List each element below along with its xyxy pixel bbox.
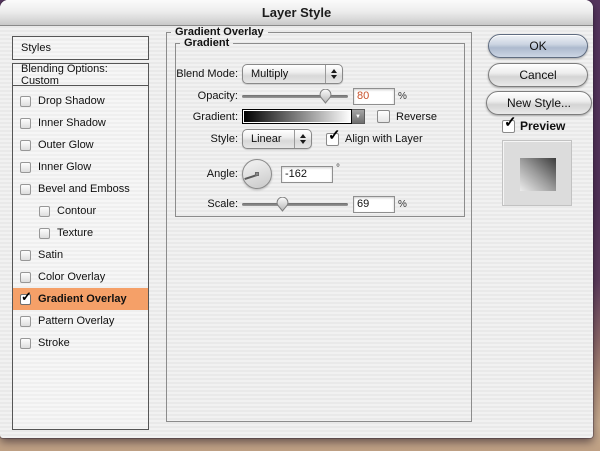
item-label: Gradient Overlay bbox=[38, 293, 127, 305]
gradient-preview-swatch bbox=[520, 158, 556, 191]
angle-dial-center bbox=[255, 172, 259, 176]
stepper-arrows-icon bbox=[325, 65, 342, 83]
inner-glow-checkbox[interactable] bbox=[20, 162, 31, 173]
sidebar-item-color-overlay[interactable]: Color Overlay bbox=[13, 266, 148, 288]
angle-row: Angle: ° bbox=[172, 157, 340, 191]
styles-header[interactable]: Styles bbox=[12, 36, 149, 60]
sidebar-item-inner-shadow[interactable]: Inner Shadow bbox=[13, 112, 148, 134]
ok-button[interactable]: OK bbox=[488, 34, 588, 58]
item-label: Stroke bbox=[38, 337, 70, 349]
angle-unit: ° bbox=[336, 163, 340, 174]
angle-dial[interactable] bbox=[242, 159, 272, 189]
blend-mode-popup[interactable]: Multiply bbox=[242, 64, 343, 84]
scale-slider[interactable] bbox=[242, 197, 348, 212]
cancel-button[interactable]: Cancel bbox=[488, 63, 588, 87]
preview-label: Preview bbox=[520, 119, 565, 133]
gradient-label: Gradient: bbox=[172, 111, 238, 123]
opacity-input[interactable] bbox=[353, 88, 395, 105]
item-label: Texture bbox=[57, 227, 93, 239]
scale-row: Scale: % bbox=[172, 196, 407, 212]
dropdown-arrow-icon: ▼ bbox=[355, 114, 361, 120]
reverse-checkbox[interactable] bbox=[377, 110, 390, 123]
opacity-row: Opacity: % bbox=[172, 88, 407, 104]
style-value: Linear bbox=[243, 133, 294, 145]
gradient-swatch[interactable] bbox=[242, 109, 352, 124]
sidebar-item-drop-shadow[interactable]: Drop Shadow bbox=[13, 90, 148, 112]
checkmark-icon: ✓ bbox=[21, 290, 32, 303]
item-label: Bevel and Emboss bbox=[38, 183, 130, 195]
window-title: Layer Style bbox=[262, 5, 331, 20]
sidebar-item-gradient-overlay[interactable]: ✓ Gradient Overlay bbox=[13, 288, 148, 310]
item-label: Color Overlay bbox=[38, 271, 105, 283]
texture-checkbox[interactable] bbox=[39, 228, 50, 239]
scale-slider-thumb[interactable] bbox=[276, 197, 289, 212]
align-with-layer-checkbox[interactable]: ✓ bbox=[326, 133, 339, 146]
satin-checkbox[interactable] bbox=[20, 250, 31, 261]
reverse-label: Reverse bbox=[396, 111, 437, 123]
item-label: Inner Glow bbox=[38, 161, 91, 173]
preview-checkbox[interactable]: ✓ bbox=[502, 120, 515, 133]
stroke-checkbox[interactable] bbox=[20, 338, 31, 349]
blend-mode-label: Blend Mode: bbox=[172, 68, 238, 80]
style-row: Style: Linear ✓ Align with Layer bbox=[172, 129, 423, 149]
scale-slider-track[interactable] bbox=[242, 203, 348, 206]
sidebar-item-outer-glow[interactable]: Outer Glow bbox=[13, 134, 148, 156]
sidebar-item-stroke[interactable]: Stroke bbox=[13, 332, 148, 354]
sidebar-item-contour[interactable]: Contour bbox=[13, 200, 148, 222]
opacity-slider-track[interactable] bbox=[242, 95, 348, 98]
scale-input[interactable] bbox=[353, 196, 395, 213]
scale-label: Scale: bbox=[172, 198, 238, 210]
styles-header-label: Styles bbox=[21, 42, 51, 54]
blend-mode-value: Multiply bbox=[243, 68, 325, 80]
effects-list: Blending Options: Custom Drop Shadow Inn… bbox=[12, 63, 149, 430]
item-label: Satin bbox=[38, 249, 63, 261]
inner-shadow-checkbox[interactable] bbox=[20, 118, 31, 129]
item-label: Inner Shadow bbox=[38, 117, 106, 129]
sidebar-item-blending-options[interactable]: Blending Options: Custom bbox=[13, 64, 148, 86]
outer-glow-checkbox[interactable] bbox=[20, 140, 31, 151]
angle-input[interactable] bbox=[281, 166, 333, 183]
bevel-emboss-checkbox[interactable] bbox=[20, 184, 31, 195]
sidebar-item-inner-glow[interactable]: Inner Glow bbox=[13, 156, 148, 178]
color-overlay-checkbox[interactable] bbox=[20, 272, 31, 283]
gradient-group-title: Gradient bbox=[180, 37, 233, 49]
item-label: Pattern Overlay bbox=[38, 315, 114, 327]
opacity-unit: % bbox=[398, 91, 407, 102]
opacity-slider-thumb[interactable] bbox=[319, 89, 332, 104]
preview-option: ✓ Preview bbox=[502, 119, 565, 133]
sidebar-item-pattern-overlay[interactable]: Pattern Overlay bbox=[13, 310, 148, 332]
scale-unit: % bbox=[398, 199, 407, 210]
gradient-row: Gradient: ▼ Reverse bbox=[172, 109, 437, 124]
drop-shadow-checkbox[interactable] bbox=[20, 96, 31, 107]
item-label: Contour bbox=[57, 205, 96, 217]
opacity-slider[interactable] bbox=[242, 89, 348, 104]
title-bar: Layer Style bbox=[0, 0, 593, 26]
checkmark-icon: ✓ bbox=[504, 115, 517, 130]
angle-label: Angle: bbox=[172, 168, 238, 180]
sidebar-item-satin[interactable]: Satin bbox=[13, 244, 148, 266]
item-label: Drop Shadow bbox=[38, 95, 105, 107]
contour-checkbox[interactable] bbox=[39, 206, 50, 217]
sidebar-item-bevel-and-emboss[interactable]: Bevel and Emboss bbox=[13, 178, 148, 200]
blend-mode-row: Blend Mode: Multiply bbox=[172, 64, 343, 84]
new-style-button[interactable]: New Style... bbox=[486, 91, 592, 115]
pattern-overlay-checkbox[interactable] bbox=[20, 316, 31, 327]
blending-options-label: Blending Options: Custom bbox=[21, 63, 148, 87]
checkmark-icon: ✓ bbox=[328, 128, 341, 143]
sidebar-item-texture[interactable]: Texture bbox=[13, 222, 148, 244]
align-with-layer-label: Align with Layer bbox=[345, 133, 423, 145]
style-preview-thumbnail bbox=[502, 140, 572, 206]
style-label: Style: bbox=[172, 133, 238, 145]
gradient-overlay-checkbox[interactable]: ✓ bbox=[20, 294, 31, 305]
gradient-picker-button[interactable]: ▼ bbox=[352, 109, 365, 124]
item-label: Outer Glow bbox=[38, 139, 94, 151]
opacity-label: Opacity: bbox=[172, 90, 238, 102]
style-popup[interactable]: Linear bbox=[242, 129, 312, 149]
stepper-arrows-icon bbox=[294, 130, 311, 148]
layer-style-dialog: Layer Style Styles Blending Options: Cus… bbox=[0, 0, 593, 438]
